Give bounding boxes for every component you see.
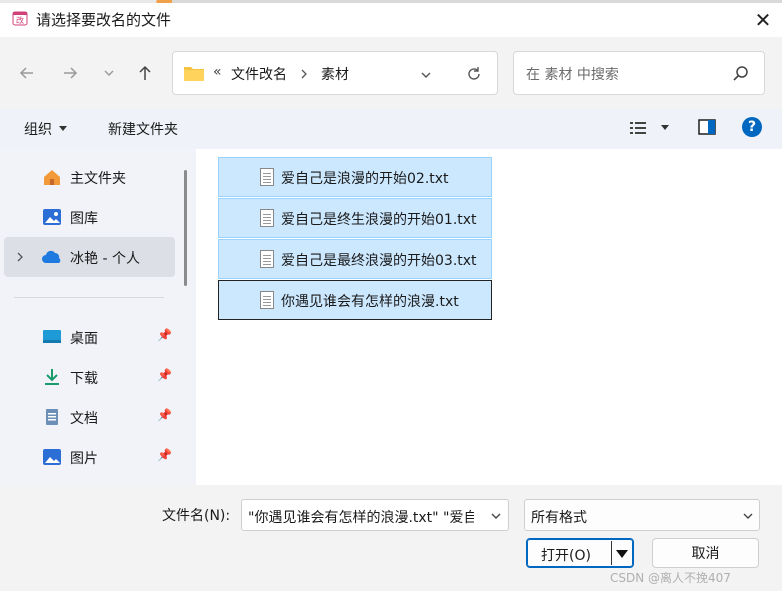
pictures-icon	[43, 449, 61, 465]
chevron-right-icon	[301, 69, 307, 79]
file-name: 你遇见谁会有怎样的浪漫.txt	[281, 294, 459, 310]
organize-label: 组织	[24, 122, 52, 138]
pin-icon: 📌	[157, 408, 172, 422]
file-type-value: 所有格式	[531, 510, 587, 526]
sidebar-divider	[14, 297, 164, 298]
help-button[interactable]: ?	[742, 117, 762, 137]
sidebar-item-label: 图库	[70, 211, 98, 227]
close-icon: ✕	[754, 8, 772, 32]
document-icon	[46, 409, 58, 425]
address-bar[interactable]: « 文件改名 素材	[172, 51, 498, 95]
sidebar-item-label: 桌面	[70, 331, 98, 347]
arrow-left-icon	[19, 67, 33, 79]
file-item[interactable]: 爱自己是浪漫的开始02.txt	[218, 157, 492, 197]
sidebar-item-documents[interactable]: 文档 📌	[4, 397, 175, 437]
help-icon: ?	[747, 119, 757, 135]
desktop-icon	[43, 330, 61, 343]
open-split-button[interactable]: 打开(O)	[526, 538, 634, 568]
breadcrumb-overflow[interactable]: «	[213, 64, 222, 80]
file-item[interactable]: 你遇见谁会有怎样的浪漫.txt	[218, 280, 492, 320]
file-item[interactable]: 爱自己是终生浪漫的开始01.txt	[218, 198, 492, 238]
search-box[interactable]: 在 素材 中搜索	[513, 51, 765, 95]
breadcrumb-segment-2[interactable]: 素材	[321, 64, 349, 84]
arrow-right-icon	[64, 67, 78, 79]
open-button[interactable]: 打开(O)	[541, 545, 591, 565]
view-options[interactable]	[630, 121, 670, 135]
file-name: 爱自己是浪漫的开始02.txt	[281, 171, 449, 187]
file-item[interactable]: 爱自己是最终浪漫的开始03.txt	[218, 239, 492, 279]
search-icon	[733, 66, 748, 81]
pin-icon: 📌	[157, 328, 172, 342]
split-divider	[611, 541, 612, 565]
details-view-icon	[630, 122, 646, 134]
caret-down-icon	[661, 125, 669, 130]
app-calendar-icon: 改	[12, 10, 28, 26]
cancel-button[interactable]: 取消	[652, 538, 759, 568]
sidebar-item-label: 主文件夹	[70, 171, 126, 187]
filename-label: 文件名(N):	[162, 508, 231, 524]
search-placeholder: 在 素材 中搜索	[526, 67, 619, 83]
pin-icon: 📌	[157, 368, 172, 382]
chevron-down-icon[interactable]	[489, 509, 503, 523]
caret-down-icon[interactable]	[615, 549, 629, 559]
recent-locations-button[interactable]	[96, 60, 122, 86]
nav-scrollbar[interactable]	[184, 170, 187, 286]
forward-button[interactable]	[57, 60, 83, 86]
window-title: 请选择要改名的文件	[36, 11, 172, 29]
breadcrumb-segment-1[interactable]: 文件改名	[231, 64, 287, 84]
arrow-up-icon	[139, 65, 151, 80]
gallery-icon	[43, 209, 61, 225]
file-name: 爱自己是最终浪漫的开始03.txt	[281, 253, 477, 269]
sidebar-item-pictures[interactable]: 图片 📌	[4, 437, 175, 477]
sidebar-item-onedrive[interactable]: 冰艳 - 个人	[4, 237, 175, 277]
download-icon	[45, 369, 59, 385]
sidebar-item-label: 下载	[70, 371, 98, 387]
close-button[interactable]: ✕	[744, 3, 782, 37]
sidebar-item-downloads[interactable]: 下载 📌	[4, 357, 175, 397]
pin-icon: 📌	[157, 448, 172, 462]
text-file-icon	[260, 209, 274, 227]
filename-input[interactable]: "你遇见谁会有怎样的浪漫.txt" "爱自	[248, 507, 474, 527]
address-dropdown-icon[interactable]	[419, 68, 433, 82]
back-button[interactable]	[14, 60, 40, 86]
sidebar-item-desktop[interactable]: 桌面 📌	[4, 317, 175, 357]
new-folder-button[interactable]: 新建文件夹	[108, 119, 178, 139]
sidebar-item-label: 文档	[70, 411, 98, 427]
text-file-icon	[260, 168, 274, 186]
sidebar-item-label: 冰艳 - 个人	[70, 251, 140, 267]
organize-menu[interactable]: 组织	[24, 119, 68, 139]
watermark: CSDN @离人不挽407	[610, 571, 731, 585]
expand-chevron-icon[interactable]	[16, 251, 24, 263]
preview-pane-icon[interactable]	[698, 119, 716, 135]
svg-text:改: 改	[16, 15, 24, 25]
sidebar-item-gallery[interactable]: 图库	[4, 197, 175, 237]
home-icon	[44, 170, 60, 185]
folder-icon	[184, 67, 204, 81]
file-type-select[interactable]: 所有格式	[524, 499, 760, 531]
text-file-icon	[260, 291, 274, 309]
chevron-down-icon	[743, 513, 753, 519]
filename-combobox[interactable]: "你遇见谁会有怎样的浪漫.txt" "爱自	[241, 499, 509, 531]
sidebar-item-home[interactable]: 主文件夹	[4, 157, 175, 197]
chevron-down-icon	[104, 70, 114, 76]
up-button[interactable]	[132, 60, 158, 86]
caret-down-icon	[59, 126, 67, 131]
onedrive-cloud-icon	[42, 250, 61, 263]
text-file-icon	[260, 250, 274, 268]
sidebar-item-label: 图片	[70, 451, 98, 467]
file-name: 爱自己是终生浪漫的开始01.txt	[281, 212, 477, 228]
refresh-icon[interactable]	[465, 65, 483, 83]
